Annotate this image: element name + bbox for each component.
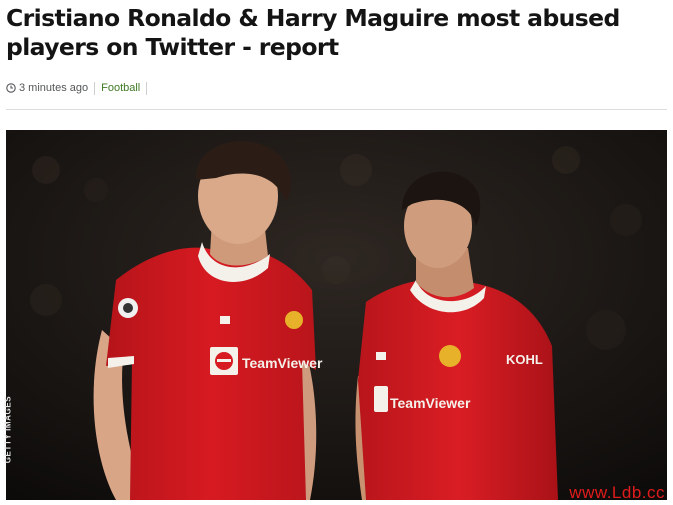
- header-divider: [6, 109, 667, 110]
- sponsor-text-left: TeamViewer: [242, 355, 323, 371]
- timestamp: 3 minutes ago: [19, 82, 89, 94]
- article-photo: TeamViewer KOHL TeamViewer: [6, 130, 667, 500]
- meta-divider: [94, 81, 96, 95]
- article-meta: 3 minutes ago Football: [6, 79, 153, 97]
- article-headline: Cristiano Ronaldo & Harry Maguire most a…: [6, 4, 620, 61]
- photo-illustration: TeamViewer KOHL TeamViewer: [6, 130, 667, 500]
- meta-divider: [146, 81, 148, 95]
- topic-link-football[interactable]: Football: [101, 82, 140, 94]
- shirt-brand-text: KOHL: [506, 352, 543, 367]
- clock-icon: [6, 83, 16, 93]
- photo-credit: GETTY IMAGES: [3, 395, 13, 464]
- sponsor-text-right: TeamViewer: [390, 395, 471, 411]
- watermark: www.Ldb.cc: [569, 483, 665, 502]
